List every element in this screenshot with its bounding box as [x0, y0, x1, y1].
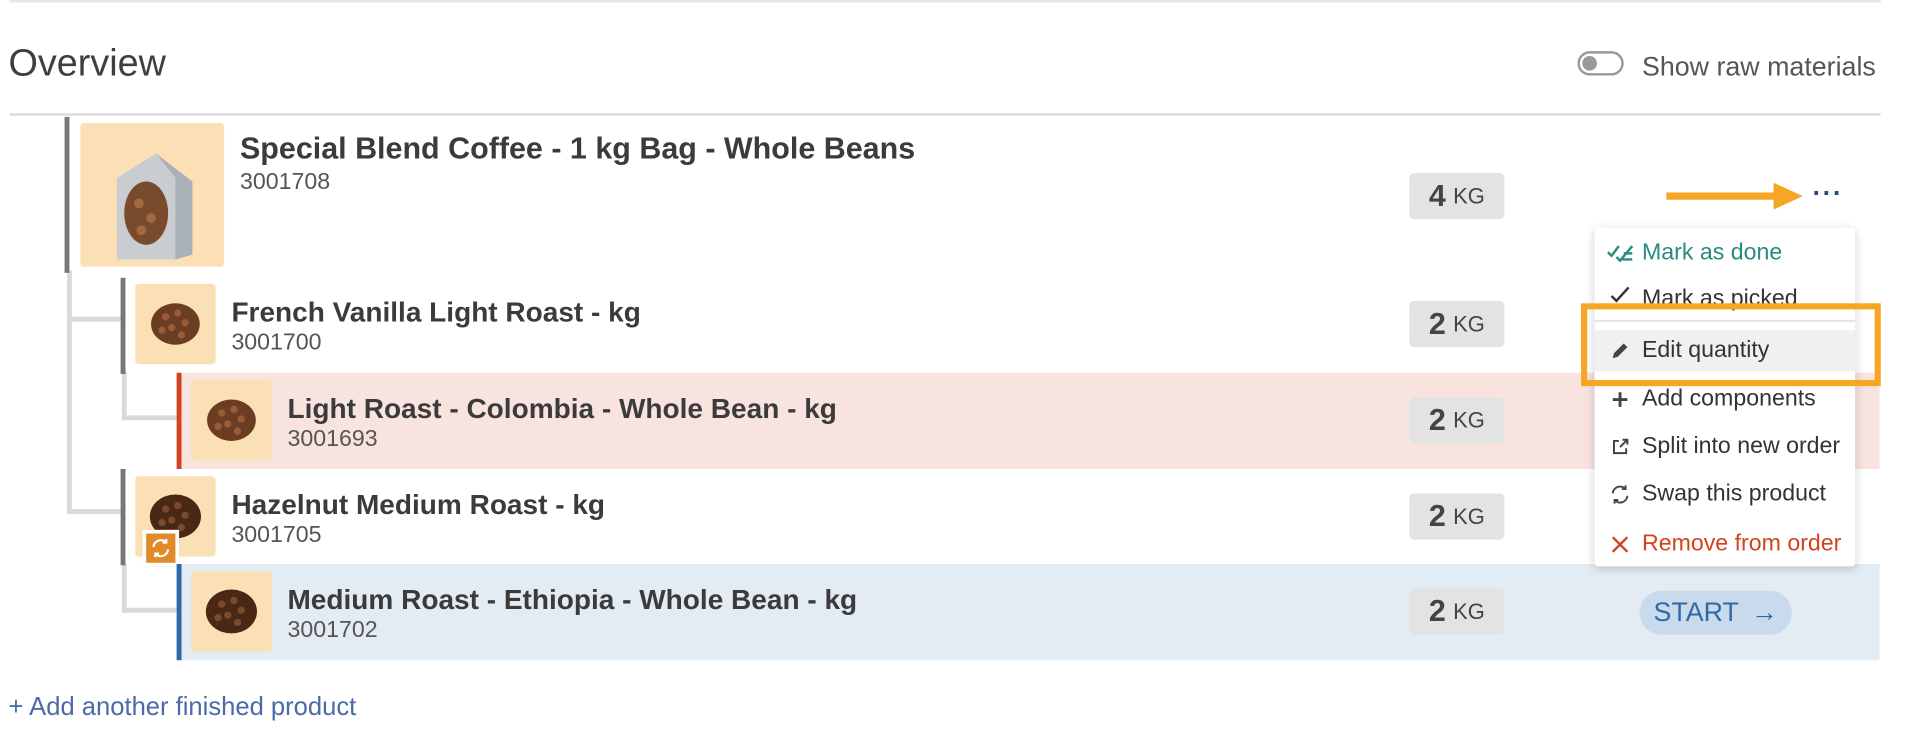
row-indicator [176, 563, 182, 661]
check-icon [1605, 286, 1634, 303]
quantity-value: 4 [1428, 178, 1446, 213]
product-sku: 3001693 [287, 426, 378, 452]
quantity-value: 2 [1428, 306, 1446, 341]
tree-connector [66, 509, 121, 515]
plus-icon [1605, 391, 1634, 408]
menu-item-label: Swap this product [1641, 481, 1826, 507]
product-row: Special Blend Coffee - 1 kg Bag - Whole … [64, 116, 1405, 273]
toggle-knob [1582, 56, 1597, 71]
product-sku: 3001705 [231, 522, 322, 549]
highlight-frame [1581, 303, 1881, 387]
quantity-badge: 2 KG [1409, 588, 1505, 635]
menu-item-label: Mark as done [1641, 239, 1783, 266]
overview-panel: Overview Show raw materials Special Blen… [0, 0, 1910, 728]
annotation-arrow-icon [1666, 182, 1803, 210]
product-name[interactable]: French Vanilla Light Roast - kg [231, 296, 640, 329]
arrow-right-icon: → [1751, 596, 1778, 628]
quantity-unit: KG [1453, 183, 1485, 208]
product-name[interactable]: Special Blend Coffee - 1 kg Bag - Whole … [240, 132, 915, 167]
row-indicator [120, 468, 126, 566]
start-button[interactable]: START → [1639, 590, 1792, 635]
menu-item-swap-product[interactable]: Swap this product [1594, 474, 1855, 515]
product-name[interactable]: Light Roast - Colombia - Whole Bean - kg [287, 392, 836, 425]
row-indicator [176, 372, 182, 469]
external-link-icon [1605, 437, 1634, 456]
product-row: Hazelnut Medium Roast - kg 3001705 [120, 468, 1461, 566]
check-list-icon [1605, 244, 1634, 263]
quantity-unit: KG [1453, 598, 1485, 624]
menu-item-split-order[interactable]: Split into new order [1594, 426, 1855, 467]
menu-item-remove[interactable]: Remove from order [1594, 524, 1855, 565]
product-row: Medium Roast - Ethiopia - Whole Bean - k… [176, 563, 1880, 661]
quantity-value: 2 [1428, 593, 1446, 628]
tree-connector [121, 415, 177, 421]
product-name[interactable]: Hazelnut Medium Roast - kg [231, 488, 605, 521]
row-indicator [120, 277, 126, 374]
quantity-unit: KG [1453, 311, 1485, 336]
tree-connector [66, 270, 72, 515]
quantity-badge: 2 KG [1409, 493, 1505, 540]
menu-item-label: Remove from order [1641, 531, 1842, 557]
raw-materials-label: Show raw materials [1641, 51, 1876, 82]
swap-icon [1605, 484, 1634, 506]
quantity-value: 2 [1428, 402, 1446, 437]
product-sku: 3001702 [287, 617, 378, 644]
product-image [135, 283, 216, 365]
product-sku: 3001708 [239, 169, 331, 195]
tree-connector [66, 316, 121, 322]
quantity-value: 2 [1428, 498, 1446, 533]
tree-connector [121, 371, 127, 421]
quantity-unit: KG [1453, 503, 1485, 529]
menu-item-mark-as-done[interactable]: Mark as done [1594, 233, 1855, 274]
actions-menu: Mark as done Mark as picked Edit quantit… [1594, 227, 1856, 567]
raw-materials-toggle[interactable] [1577, 51, 1624, 76]
close-icon [1605, 536, 1634, 553]
header-divider [9, 113, 1881, 116]
quantity-unit: KG [1453, 407, 1485, 432]
product-image [80, 123, 225, 267]
tree-connector [121, 563, 127, 613]
row-indicator [64, 116, 70, 273]
add-finished-product-link[interactable]: + Add another finished product [9, 693, 357, 722]
menu-item-label: Add components [1641, 386, 1816, 412]
product-row: French Vanilla Light Roast - kg 3001700 [120, 277, 1461, 374]
product-image [191, 380, 272, 461]
product-name[interactable]: Medium Roast - Ethiopia - Whole Bean - k… [287, 583, 857, 616]
product-sku: 3001700 [231, 330, 322, 356]
page-title: Overview [8, 41, 166, 85]
swap-badge-icon[interactable] [142, 529, 180, 567]
more-actions-icon[interactable]: ··· [1813, 178, 1843, 210]
menu-item-label: Split into new order [1641, 433, 1841, 460]
start-label: START [1653, 596, 1739, 628]
top-divider [9, 0, 1881, 3]
quantity-badge: 2 KG [1409, 397, 1505, 444]
quantity-badge: 2 KG [1409, 300, 1505, 348]
tree-connector [121, 607, 177, 613]
product-image [191, 571, 272, 652]
quantity-badge: 4 KG [1409, 172, 1505, 220]
